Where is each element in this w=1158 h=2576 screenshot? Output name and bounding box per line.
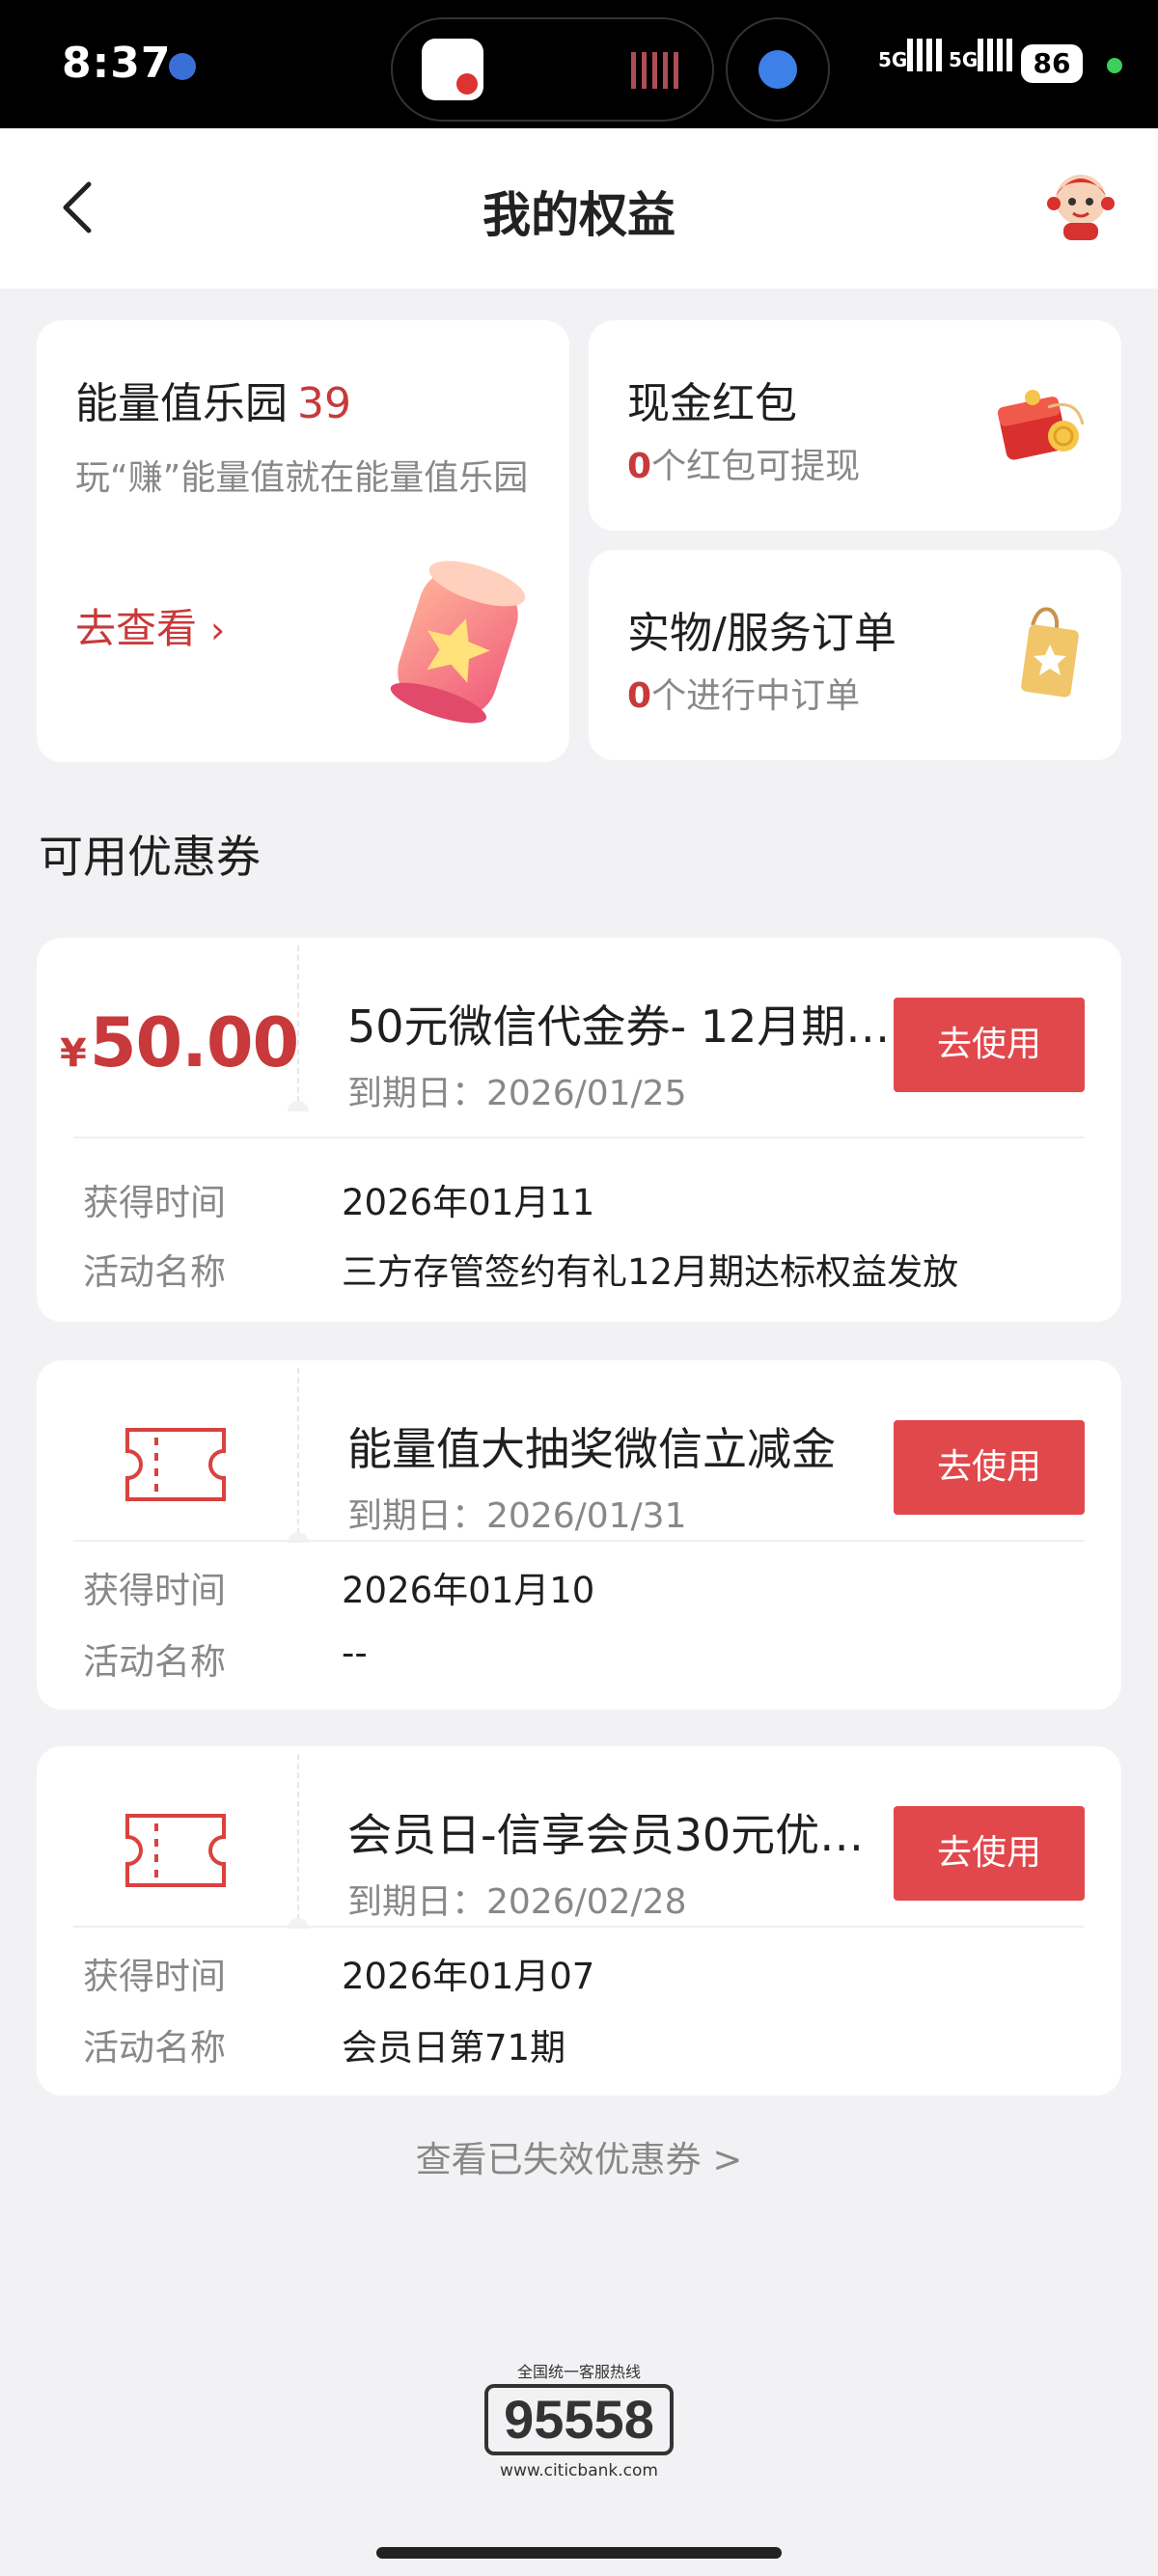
obtained-time-label: 获得时间 xyxy=(83,1956,226,1997)
obtained-time-label: 获得时间 xyxy=(83,1182,226,1223)
use-coupon-button[interactable]: 去使用 xyxy=(894,998,1085,1092)
customer-hotline-logo: 全国统一客服热线 95558 www.citicbank.com xyxy=(463,2359,695,2484)
coupon-amount-value: 50.00 xyxy=(89,1003,299,1082)
chevron-right-icon: › xyxy=(210,609,226,651)
use-coupon-button[interactable]: 去使用 xyxy=(894,1806,1085,1901)
orders-count: 0 xyxy=(627,676,652,716)
orders-suffix: 个进行中订单 xyxy=(651,676,861,716)
coupon-title: 能量值大抽奖微信立减金 xyxy=(347,1423,836,1475)
activity-name-label: 活动名称 xyxy=(83,1251,226,1293)
obtained-time-value: 2026年01月10 xyxy=(342,1570,595,1611)
cash-red-packet-card[interactable]: 现金红包 0个红包可提现 xyxy=(589,320,1121,531)
hotline-number: 95558 xyxy=(484,2384,674,2455)
energy-view-link[interactable]: 去查看 › xyxy=(75,596,225,655)
energy-park-card[interactable]: 能量值乐园 39 玩“赚”能量值就在能量值乐园 去查看 › xyxy=(37,320,569,762)
island-secondary-icon xyxy=(726,17,830,122)
obtained-time-value: 2026年01月11 xyxy=(342,1182,595,1223)
coupon-divider xyxy=(73,1926,1085,1928)
status-time: 8:37 xyxy=(62,39,172,88)
coupon-expiry: 到期日：2026/01/31 xyxy=(347,1496,687,1536)
signal-label-1: 5G xyxy=(878,48,908,71)
coupon-dashed-divider xyxy=(297,1368,299,1534)
shopping-bag-icon xyxy=(1021,607,1079,698)
physical-service-orders-card[interactable]: 实物/服务订单 0个进行中订单 xyxy=(589,550,1121,760)
coupon-card: 会员日-信享会员30元优惠券 到期日：2026/02/28 去使用 获得时间 2… xyxy=(37,1746,1121,2096)
energy-title: 能量值乐园 39 xyxy=(75,369,351,430)
signal-label-2: 5G xyxy=(949,48,979,71)
obtained-time-label: 获得时间 xyxy=(83,1570,226,1611)
coupon-expiry: 到期日：2026/02/28 xyxy=(347,1882,687,1922)
view-expired-coupons-link[interactable]: 查看已失效优惠券 > xyxy=(0,2130,1158,2182)
audio-wave-icon xyxy=(631,52,683,89)
coupon-card: 能量值大抽奖微信立减金 到期日：2026/01/31 去使用 获得时间 2026… xyxy=(37,1360,1121,1710)
orders-subtitle: 0个进行中订单 xyxy=(627,668,860,718)
navigation-bar: 我的权益 xyxy=(0,128,1158,288)
coupon-divider xyxy=(73,1137,1085,1138)
signal-icon-1: 5G xyxy=(878,39,943,71)
activity-name-value: 三方存管签约有礼12月期达标权益发放 xyxy=(342,1251,959,1293)
use-coupon-button[interactable]: 去使用 xyxy=(894,1420,1085,1515)
energy-description: 玩“赚”能量值就在能量值乐园 xyxy=(75,458,529,498)
coupon-dashed-divider xyxy=(297,1754,299,1920)
orders-title: 实物/服务订单 xyxy=(627,609,896,658)
red-packet-icon xyxy=(997,390,1085,460)
coupon-notch xyxy=(288,1101,309,1111)
available-coupons-heading: 可用优惠券 xyxy=(39,831,261,883)
location-app-icon xyxy=(169,53,196,80)
status-dot-icon xyxy=(1107,58,1122,73)
coupon-title: 50元微信代金券- 12月期达标权益发放 xyxy=(347,1000,897,1053)
energy-value: 39 xyxy=(297,379,351,428)
energy-link-label: 去查看 xyxy=(75,605,198,652)
coupon-divider xyxy=(73,1540,1085,1542)
ticket-icon xyxy=(125,1428,226,1501)
obtained-time-value: 2026年01月07 xyxy=(342,1956,595,1997)
activity-name-value: -- xyxy=(342,1632,368,1674)
hotline-caption: 全国统一客服热线 xyxy=(516,2363,641,2381)
cash-subtitle: 0个红包可提现 xyxy=(627,438,860,488)
hotline-url: www.citicbank.com xyxy=(500,2461,658,2480)
coupon-expiry: 到期日：2026/01/25 xyxy=(347,1074,687,1113)
cash-suffix: 个红包可提现 xyxy=(651,447,861,486)
cash-title: 现金红包 xyxy=(627,379,797,428)
coupon-card: ¥50.00 50元微信代金券- 12月期达标权益发放 到期日：2026/01/… xyxy=(37,938,1121,1322)
home-indicator[interactable] xyxy=(376,2547,782,2559)
customer-service-avatar-icon[interactable] xyxy=(1042,165,1119,242)
status-bar: 8:37 5G 5G 86 xyxy=(0,0,1158,128)
signal-icon-2: 5G xyxy=(949,39,1013,71)
dynamic-island xyxy=(391,17,714,122)
energy-title-label: 能量值乐园 xyxy=(75,379,288,428)
app-live-activity-icon xyxy=(422,39,483,100)
coupon-amount: ¥50.00 xyxy=(60,1003,299,1082)
coupon-title: 会员日-信享会员30元优惠券 xyxy=(347,1809,897,1861)
energy-jar-icon xyxy=(390,561,526,724)
ticket-icon xyxy=(125,1814,226,1887)
activity-name-label: 活动名称 xyxy=(83,2027,226,2069)
currency-symbol: ¥ xyxy=(60,1031,87,1076)
activity-name-label: 活动名称 xyxy=(83,1641,226,1683)
battery-icon: 86 xyxy=(1021,44,1083,83)
page-title: 我的权益 xyxy=(482,187,676,243)
cash-count: 0 xyxy=(627,447,652,486)
activity-name-value: 会员日第71期 xyxy=(342,2027,566,2069)
